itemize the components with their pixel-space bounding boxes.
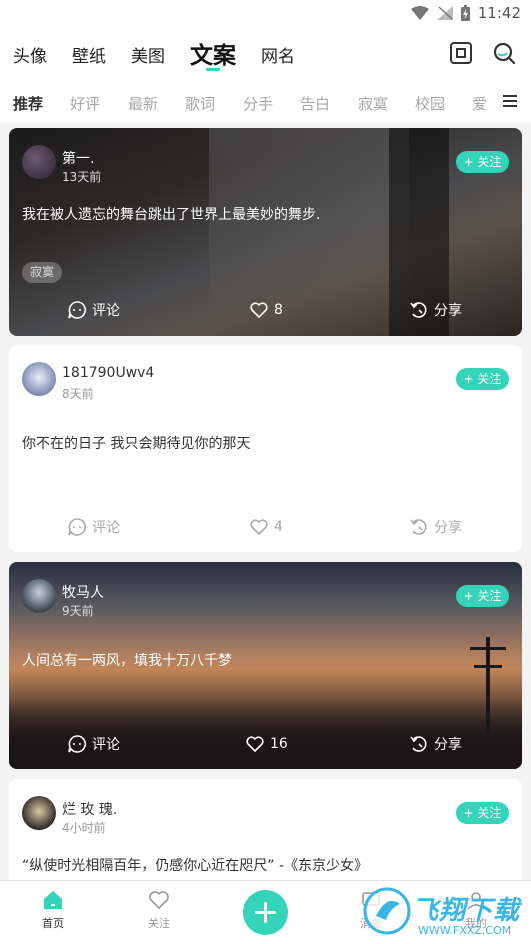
share-button[interactable]: 分享 (409, 300, 462, 320)
subtab-breakup[interactable]: 分手 (243, 93, 273, 114)
subtab-lyrics[interactable]: 歌词 (185, 93, 215, 114)
tab-pictures[interactable]: 美图 (131, 42, 165, 67)
comment-label: 评论 (92, 303, 120, 319)
follow-button[interactable]: + 关注 (456, 585, 509, 607)
nav-follow[interactable]: 关注 (129, 889, 189, 931)
post-tag[interactable]: 寂寞 (22, 262, 63, 283)
heart-icon (250, 519, 268, 535)
wifi-icon (410, 6, 429, 20)
comment-button[interactable]: 评论 (67, 300, 120, 320)
menu-icon[interactable] (503, 94, 517, 108)
no-signal-icon (436, 6, 453, 20)
like-count: 4 (274, 519, 283, 535)
subtab-love[interactable]: 爱 (472, 93, 487, 114)
comment-icon (68, 735, 86, 753)
post-time: 4小时前 (62, 821, 106, 835)
share-label: 分享 (434, 303, 462, 319)
share-button[interactable]: 分享 (409, 734, 462, 754)
heart-icon (149, 891, 169, 909)
comment-label: 评论 (92, 737, 120, 753)
share-icon (410, 736, 427, 752)
post-time: 13天前 (62, 170, 102, 184)
active-tab-indicator (206, 68, 220, 71)
post-text[interactable]: “纵使时光相隔百年，仍感你心近在咫尺” -《东京少女》 (22, 855, 368, 875)
subtab-campus[interactable]: 校园 (415, 93, 445, 114)
heart-icon (246, 736, 264, 752)
tab-copywriting[interactable]: 文案 (190, 36, 236, 70)
share-icon (410, 302, 427, 318)
like-button[interactable]: 8 (249, 300, 283, 320)
avatar[interactable] (22, 362, 56, 396)
subtab-good-reviews[interactable]: 好评 (70, 93, 100, 114)
tab-nickname[interactable]: 网名 (261, 42, 295, 67)
like-count: 8 (274, 302, 283, 318)
top-category-nav: 头像 壁纸 美图 文案 网名 (0, 28, 531, 80)
simplified-chinese-icon[interactable] (448, 40, 474, 66)
share-label: 分享 (434, 737, 462, 753)
post-time: 9天前 (62, 604, 94, 618)
share-button[interactable]: 分享 (409, 517, 462, 537)
post-text[interactable]: 我在被人遗忘的舞台跳出了世界上最美妙的舞步. (22, 204, 320, 224)
nav-home-label: 首页 (42, 917, 64, 930)
post-time: 8天前 (62, 387, 94, 401)
share-icon (410, 519, 427, 535)
battery-charging-icon (460, 5, 470, 21)
post-card[interactable]: 牧马人 9天前 + 关注 人间总有一两风，填我十万八千梦 评论 16 分享 (9, 562, 522, 769)
post-text[interactable]: 你不在的日子 我只会期待见你的那天 (22, 433, 250, 453)
post-username[interactable]: 第一. (62, 148, 94, 168)
tab-wallpaper[interactable]: 壁纸 (72, 42, 106, 67)
avatar[interactable] (22, 579, 56, 613)
like-button[interactable]: 16 (245, 734, 288, 754)
post-username[interactable]: 牧马人 (62, 582, 104, 602)
comment-label: 评论 (92, 520, 120, 536)
comment-button[interactable]: 评论 (67, 517, 120, 537)
search-icon[interactable] (491, 40, 517, 66)
follow-button[interactable]: + 关注 (456, 802, 509, 824)
post-text[interactable]: 人间总有一两风，填我十万八千梦 (22, 650, 232, 670)
subtab-latest[interactable]: 最新 (128, 93, 158, 114)
subtab-lonely[interactable]: 寂寞 (358, 93, 388, 114)
nav-follow-label: 关注 (148, 917, 170, 930)
avatar[interactable] (22, 796, 56, 830)
subtab-confession[interactable]: 告白 (300, 93, 330, 114)
nav-home[interactable]: 首页 (23, 889, 83, 931)
sub-category-nav: 推荐 好评 最新 歌词 分手 告白 寂寞 校园 爱 (0, 80, 531, 124)
post-username[interactable]: 181790Uwv4 (62, 365, 154, 381)
like-count: 16 (270, 736, 288, 752)
comment-button[interactable]: 评论 (67, 734, 120, 754)
utility-pole-silhouette (470, 637, 506, 769)
watermark-logo-icon (363, 887, 411, 935)
like-button[interactable]: 4 (249, 517, 283, 537)
subtab-recommended[interactable]: 推荐 (13, 93, 43, 114)
post-card[interactable]: 181790Uwv4 8天前 + 关注 你不在的日子 我只会期待见你的那天 评论… (9, 345, 522, 552)
comment-icon (68, 518, 86, 536)
home-icon (44, 891, 62, 909)
tab-avatar[interactable]: 头像 (13, 42, 47, 67)
follow-button[interactable]: + 关注 (456, 151, 509, 173)
heart-icon (250, 302, 268, 318)
post-username[interactable]: 烂 玫 瑰. (62, 799, 117, 819)
follow-button[interactable]: + 关注 (456, 368, 509, 390)
post-card[interactable]: 烂 玫 瑰. 4小时前 + 关注 “纵使时光相隔百年，仍感你心近在咫尺” -《东… (9, 779, 522, 889)
post-card[interactable]: 第一. 13天前 + 关注 我在被人遗忘的舞台跳出了世界上最美妙的舞步. 寂寞 … (9, 128, 522, 336)
background-window-light (209, 128, 409, 336)
watermark: 飞翔下载 WWW.FXXZ.COM (360, 884, 530, 942)
comment-icon (68, 301, 86, 319)
watermark-url: WWW.FXXZ.COM (418, 924, 512, 937)
add-post-button[interactable] (243, 890, 288, 935)
avatar[interactable] (22, 145, 56, 179)
share-label: 分享 (434, 520, 462, 536)
status-bar: 11:42 (0, 0, 531, 28)
watermark-title: 飞翔下载 (412, 896, 521, 926)
status-time: 11:42 (477, 4, 521, 22)
